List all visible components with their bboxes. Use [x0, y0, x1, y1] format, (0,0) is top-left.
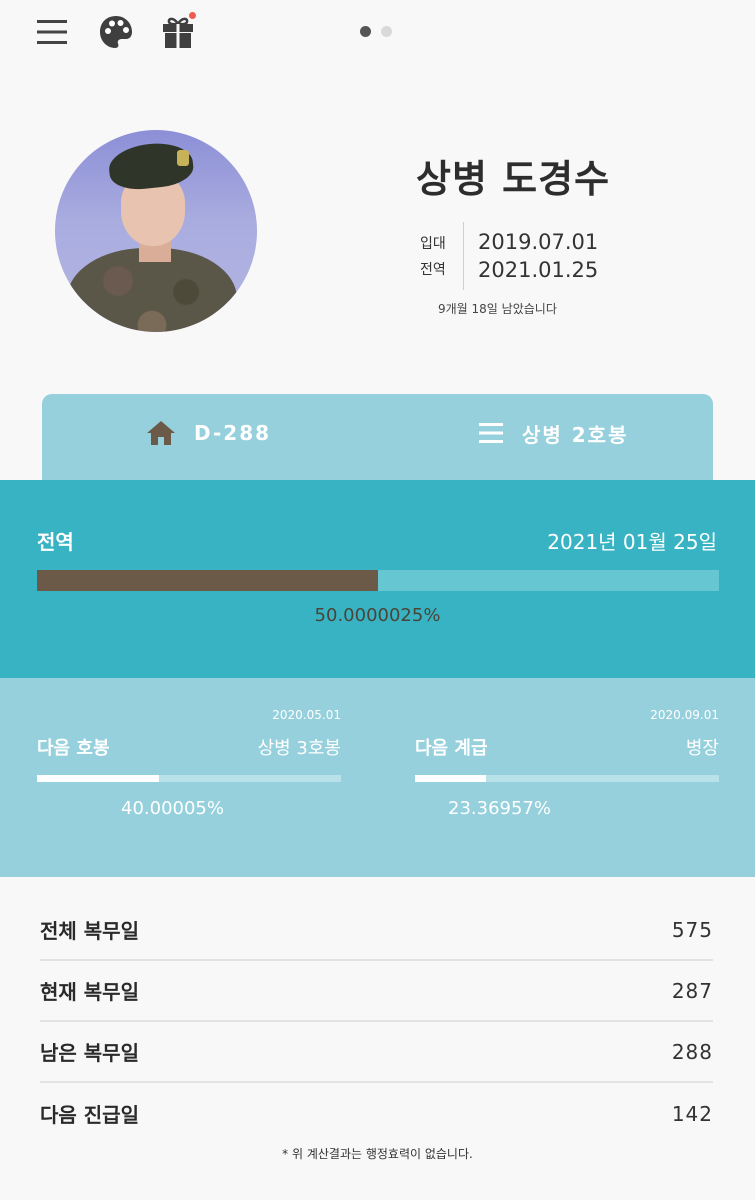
dday-label: D-288: [194, 421, 272, 445]
stat-value: 575: [671, 917, 713, 942]
page-indicator: [360, 26, 392, 37]
rank-label: 상병 2호봉: [522, 422, 629, 447]
palette-icon: [100, 16, 132, 48]
profile-name: 상병 도경수: [416, 157, 611, 201]
gift-button[interactable]: [158, 12, 198, 52]
stat-label: 남은 복무일: [40, 1041, 139, 1065]
disclaimer-footnote: * 위 계산결과는 행정효력이 없습니다.: [282, 1147, 473, 1161]
date-divider: [463, 222, 464, 290]
stat-row-remaining: 남은 복무일 288: [40, 1022, 713, 1083]
top-bar: [0, 0, 755, 70]
stat-label: 다음 진급일: [40, 1103, 139, 1127]
tab-dday[interactable]: D-288: [146, 418, 271, 448]
next-pay-label: 다음 호봉: [37, 738, 110, 759]
discharge-date: 2021.01.25: [478, 258, 599, 282]
list-icon: [479, 423, 503, 443]
summary-tabs: D-288 상병 2호봉: [42, 394, 713, 480]
profile-avatar[interactable]: [55, 130, 257, 332]
next-pay-grade: 2020.05.01 다음 호봉 상병 3호봉 40.00005%: [37, 678, 341, 877]
next-pay-progress-fill: [37, 775, 159, 782]
discharge-progress-section: 전역 2021년 01월 25일 50.0000025%: [0, 480, 755, 678]
page-dot-active: [360, 26, 371, 37]
stat-label: 전체 복무일: [40, 919, 139, 943]
enlist-label: 입대: [420, 236, 446, 252]
next-rank: 2020.09.01 다음 계급 병장 23.36957%: [415, 678, 719, 877]
home-icon: [147, 421, 175, 445]
next-rank-progress-fill: [415, 775, 487, 782]
notification-dot: [189, 12, 196, 19]
enlist-date: 2019.07.01: [478, 230, 599, 254]
tab-rank[interactable]: 상병 2호봉: [478, 418, 628, 448]
stat-value: 142: [671, 1101, 713, 1126]
theme-button[interactable]: [96, 12, 136, 52]
remaining-time: 9개월 18일 남았습니다: [438, 302, 557, 316]
stat-value: 287: [671, 978, 713, 1003]
next-rank-progress-bar: [415, 775, 719, 782]
avatar-beret-badge: [177, 150, 189, 166]
next-pay-percent: 40.00005%: [121, 798, 224, 819]
stat-row-total: 전체 복무일 575: [40, 900, 713, 961]
discharge-progress-percent: 50.0000025%: [314, 605, 441, 626]
next-rank-value: 병장: [685, 738, 719, 759]
next-milestones: 2020.05.01 다음 호봉 상병 3호봉 40.00005% 2020.0…: [0, 678, 755, 877]
menu-icon: [37, 20, 67, 44]
next-rank-percent: 23.36957%: [448, 798, 551, 819]
discharge-label: 전역: [420, 262, 446, 278]
discharge-date-text: 2021년 01월 25일: [547, 530, 717, 554]
page-dot: [381, 26, 392, 37]
next-rank-label: 다음 계급: [415, 738, 488, 759]
discharge-progress-label: 전역: [37, 530, 74, 554]
gift-icon: [163, 17, 193, 48]
stat-value: 288: [671, 1039, 713, 1064]
date-labels: 입대 전역: [420, 231, 446, 283]
next-pay-progress-bar: [37, 775, 341, 782]
stat-row-next-promotion: 다음 진급일 142: [40, 1083, 713, 1144]
stat-label: 현재 복무일: [40, 980, 139, 1004]
discharge-progress-bar: [37, 570, 719, 591]
next-rank-date: 2020.09.01: [650, 708, 719, 722]
service-stats: 전체 복무일 575 현재 복무일 287 남은 복무일 288 다음 진급일 …: [40, 900, 713, 1144]
stat-row-current: 현재 복무일 287: [40, 961, 713, 1022]
next-pay-value: 상병 3호봉: [257, 738, 341, 759]
avatar-beret: [106, 139, 196, 193]
discharge-progress-fill: [37, 570, 378, 591]
next-pay-date: 2020.05.01: [272, 708, 341, 722]
date-values: 2019.07.01 2021.01.25: [478, 228, 598, 284]
menu-button[interactable]: [32, 12, 72, 52]
